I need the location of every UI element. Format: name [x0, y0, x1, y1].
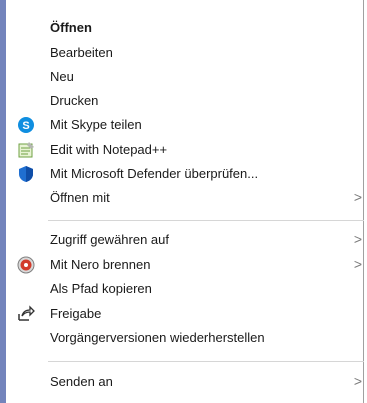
notepad-plus-plus-icon [17, 141, 35, 159]
menu-item-label: Edit with Notepad++ [50, 142, 168, 157]
menu-item-send-to[interactable]: Senden an > [6, 370, 362, 394]
menu-item-defender-scan[interactable]: Mit Microsoft Defender überprüfen... [6, 162, 362, 186]
menu-item-print[interactable]: Drucken [6, 89, 362, 113]
menu-item-label: Öffnen mit [50, 190, 110, 205]
menu-separator [48, 361, 364, 362]
menu-item-edit-notepad[interactable]: Edit with Notepad++ [6, 138, 362, 162]
menu-item-label: Mit Microsoft Defender überprüfen... [50, 166, 259, 181]
chevron-right-icon: > [353, 189, 362, 205]
nero-icon [17, 256, 35, 274]
menu-item-label: Mit Nero brennen [50, 257, 151, 272]
menu-item-nero-burn[interactable]: Mit Nero brennen > [6, 253, 362, 277]
menu-item-label: Zugriff gewähren auf [50, 232, 169, 247]
menu-item-label: Freigabe [50, 306, 102, 321]
menu-item-restore-previous[interactable]: Vorgängerversionen wiederherstellen [6, 326, 362, 350]
menu-item-give-access[interactable]: Zugriff gewähren auf > [6, 228, 362, 252]
menu-item-open[interactable]: Öffnen [6, 16, 362, 40]
menu-item-label: Senden an [50, 374, 113, 389]
menu-separator [48, 220, 364, 221]
chevron-right-icon: > [353, 373, 362, 389]
svg-text:S: S [22, 120, 29, 132]
menu-item-share[interactable]: Freigabe [6, 302, 362, 326]
menu-item-new[interactable]: Neu [6, 65, 362, 89]
menu-item-label: Drucken [50, 93, 99, 108]
context-menu: Öffnen Bearbeiten Neu Drucken S Mit Skyp… [0, 0, 364, 403]
menu-item-label: Mit Skype teilen [50, 117, 142, 132]
menu-item-share-skype[interactable]: S Mit Skype teilen [6, 113, 362, 137]
defender-shield-icon [17, 165, 35, 183]
menu-item-label: Als Pfad kopieren [50, 281, 152, 296]
menu-item-label: Öffnen [50, 20, 92, 35]
menu-item-label: Bearbeiten [50, 45, 113, 60]
menu-item-edit[interactable]: Bearbeiten [6, 41, 362, 65]
menu-item-open-with[interactable]: Öffnen mit > [6, 186, 362, 210]
chevron-right-icon: > [353, 256, 362, 272]
menu-item-label: Vorgängerversionen wiederherstellen [50, 330, 265, 345]
chevron-right-icon: > [353, 231, 362, 247]
share-icon [17, 305, 35, 323]
menu-item-label: Neu [50, 69, 74, 84]
skype-icon: S [17, 116, 35, 134]
menu-item-copy-path[interactable]: Als Pfad kopieren [6, 277, 362, 301]
